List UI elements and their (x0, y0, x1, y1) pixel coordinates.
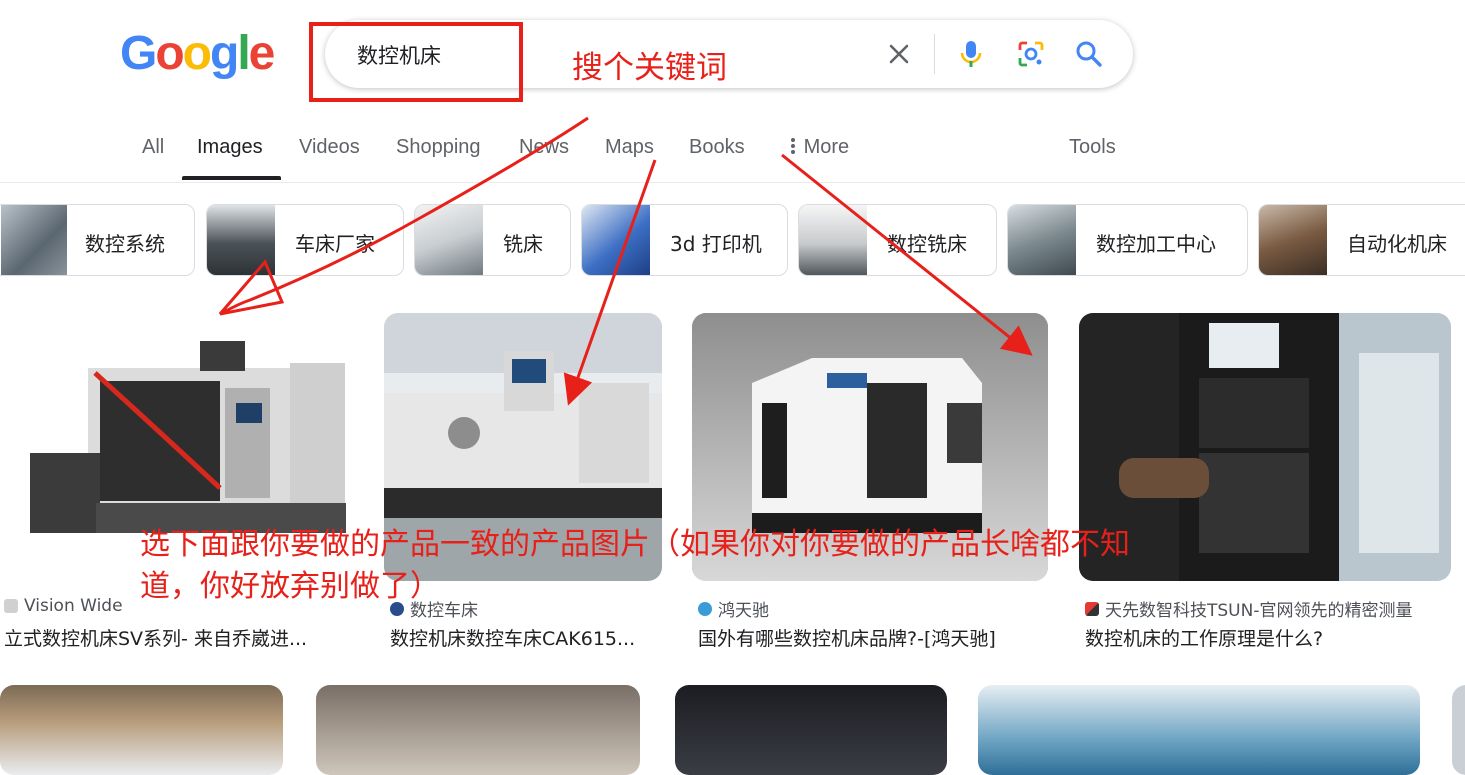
active-tab-indicator (182, 176, 281, 180)
chip-thumbnail (582, 205, 650, 275)
chip-item[interactable]: 数控铣床 (798, 204, 997, 276)
search-tabs: All Images Videos Shopping News Maps Boo… (0, 128, 1465, 183)
google-logo[interactable]: Google (120, 26, 276, 81)
chip-item[interactable]: 数控加工中心 (1007, 204, 1248, 276)
annotation-select-hint-line1: 选下面跟你要做的产品一致的产品图片（如果你对你要做的产品长啥都不知 (140, 527, 1130, 562)
result-title[interactable]: 数控机床的工作原理是什么? (1085, 624, 1323, 651)
tab-shopping[interactable]: Shopping (396, 136, 481, 159)
result-title[interactable]: 国外有哪些数控机床品牌?-[鸿天驰] (698, 624, 996, 651)
chip-thumbnail (1259, 205, 1327, 275)
chip-thumbnail (207, 205, 275, 275)
result-source-name: Vision Wide (24, 596, 123, 616)
result-title[interactable]: 立式数控机床SV系列- 来自乔崴进... (4, 624, 307, 651)
tab-videos[interactable]: Videos (299, 136, 360, 159)
clear-icon[interactable] (881, 36, 917, 72)
chip-item[interactable]: 3d 打印机 (581, 204, 788, 276)
logo-letter: o (155, 27, 184, 80)
annotation-highlight-box (309, 22, 523, 102)
tab-more-label: More (803, 136, 850, 158)
tab-news[interactable]: News (519, 136, 569, 159)
chip-label: 自动化机床 (1347, 232, 1447, 256)
tab-maps[interactable]: Maps (605, 136, 654, 159)
search-divider (934, 34, 935, 74)
tab-images[interactable]: Images (197, 136, 263, 159)
chip-thumbnail (1008, 205, 1076, 275)
chip-thumbnail (415, 205, 483, 275)
chip-item[interactable]: 数控系统 (0, 204, 195, 276)
logo-letter: g (210, 27, 239, 80)
tab-more[interactable]: More (788, 136, 849, 159)
chip-item[interactable]: 铣床 (414, 204, 571, 276)
chip-item[interactable]: 自动化机床 (1258, 204, 1465, 276)
tab-all[interactable]: All (142, 136, 164, 159)
logo-letter: G (120, 27, 157, 80)
chip-label: 3d 打印机 (670, 232, 762, 256)
chip-label: 数控铣床 (887, 232, 967, 256)
logo-letter: e (248, 27, 276, 80)
result-source[interactable]: Vision Wide (4, 596, 123, 616)
annotation-search-hint: 搜个关键词 (572, 50, 727, 86)
search-icon[interactable] (1071, 36, 1107, 72)
chip-item[interactable]: 车床厂家 (206, 204, 404, 276)
chip-label: 铣床 (503, 232, 543, 256)
lens-icon[interactable] (1013, 36, 1049, 72)
microphone-icon[interactable] (953, 36, 989, 72)
source-favicon-icon (4, 599, 18, 613)
chip-thumbnail (799, 205, 867, 275)
annotation-select-hint-line2: 道，你好放弃别做了） (140, 569, 440, 604)
logo-letter: o (182, 27, 212, 80)
logo-letter: l (237, 27, 250, 80)
more-vert-icon (791, 138, 795, 154)
tools-button[interactable]: Tools (1069, 136, 1116, 159)
chip-thumbnail (1, 205, 67, 275)
chip-label: 车床厂家 (295, 232, 375, 256)
tab-books[interactable]: Books (689, 136, 745, 159)
chip-label: 数控系统 (85, 232, 165, 256)
chip-label: 数控加工中心 (1096, 232, 1216, 256)
result-title[interactable]: 数控机床数控车床CAK615... (390, 624, 635, 651)
annotation-select-hint: 选下面跟你要做的产品一致的产品图片（如果你对你要做的产品长啥都不知 道，你好放弃… (140, 524, 1240, 608)
